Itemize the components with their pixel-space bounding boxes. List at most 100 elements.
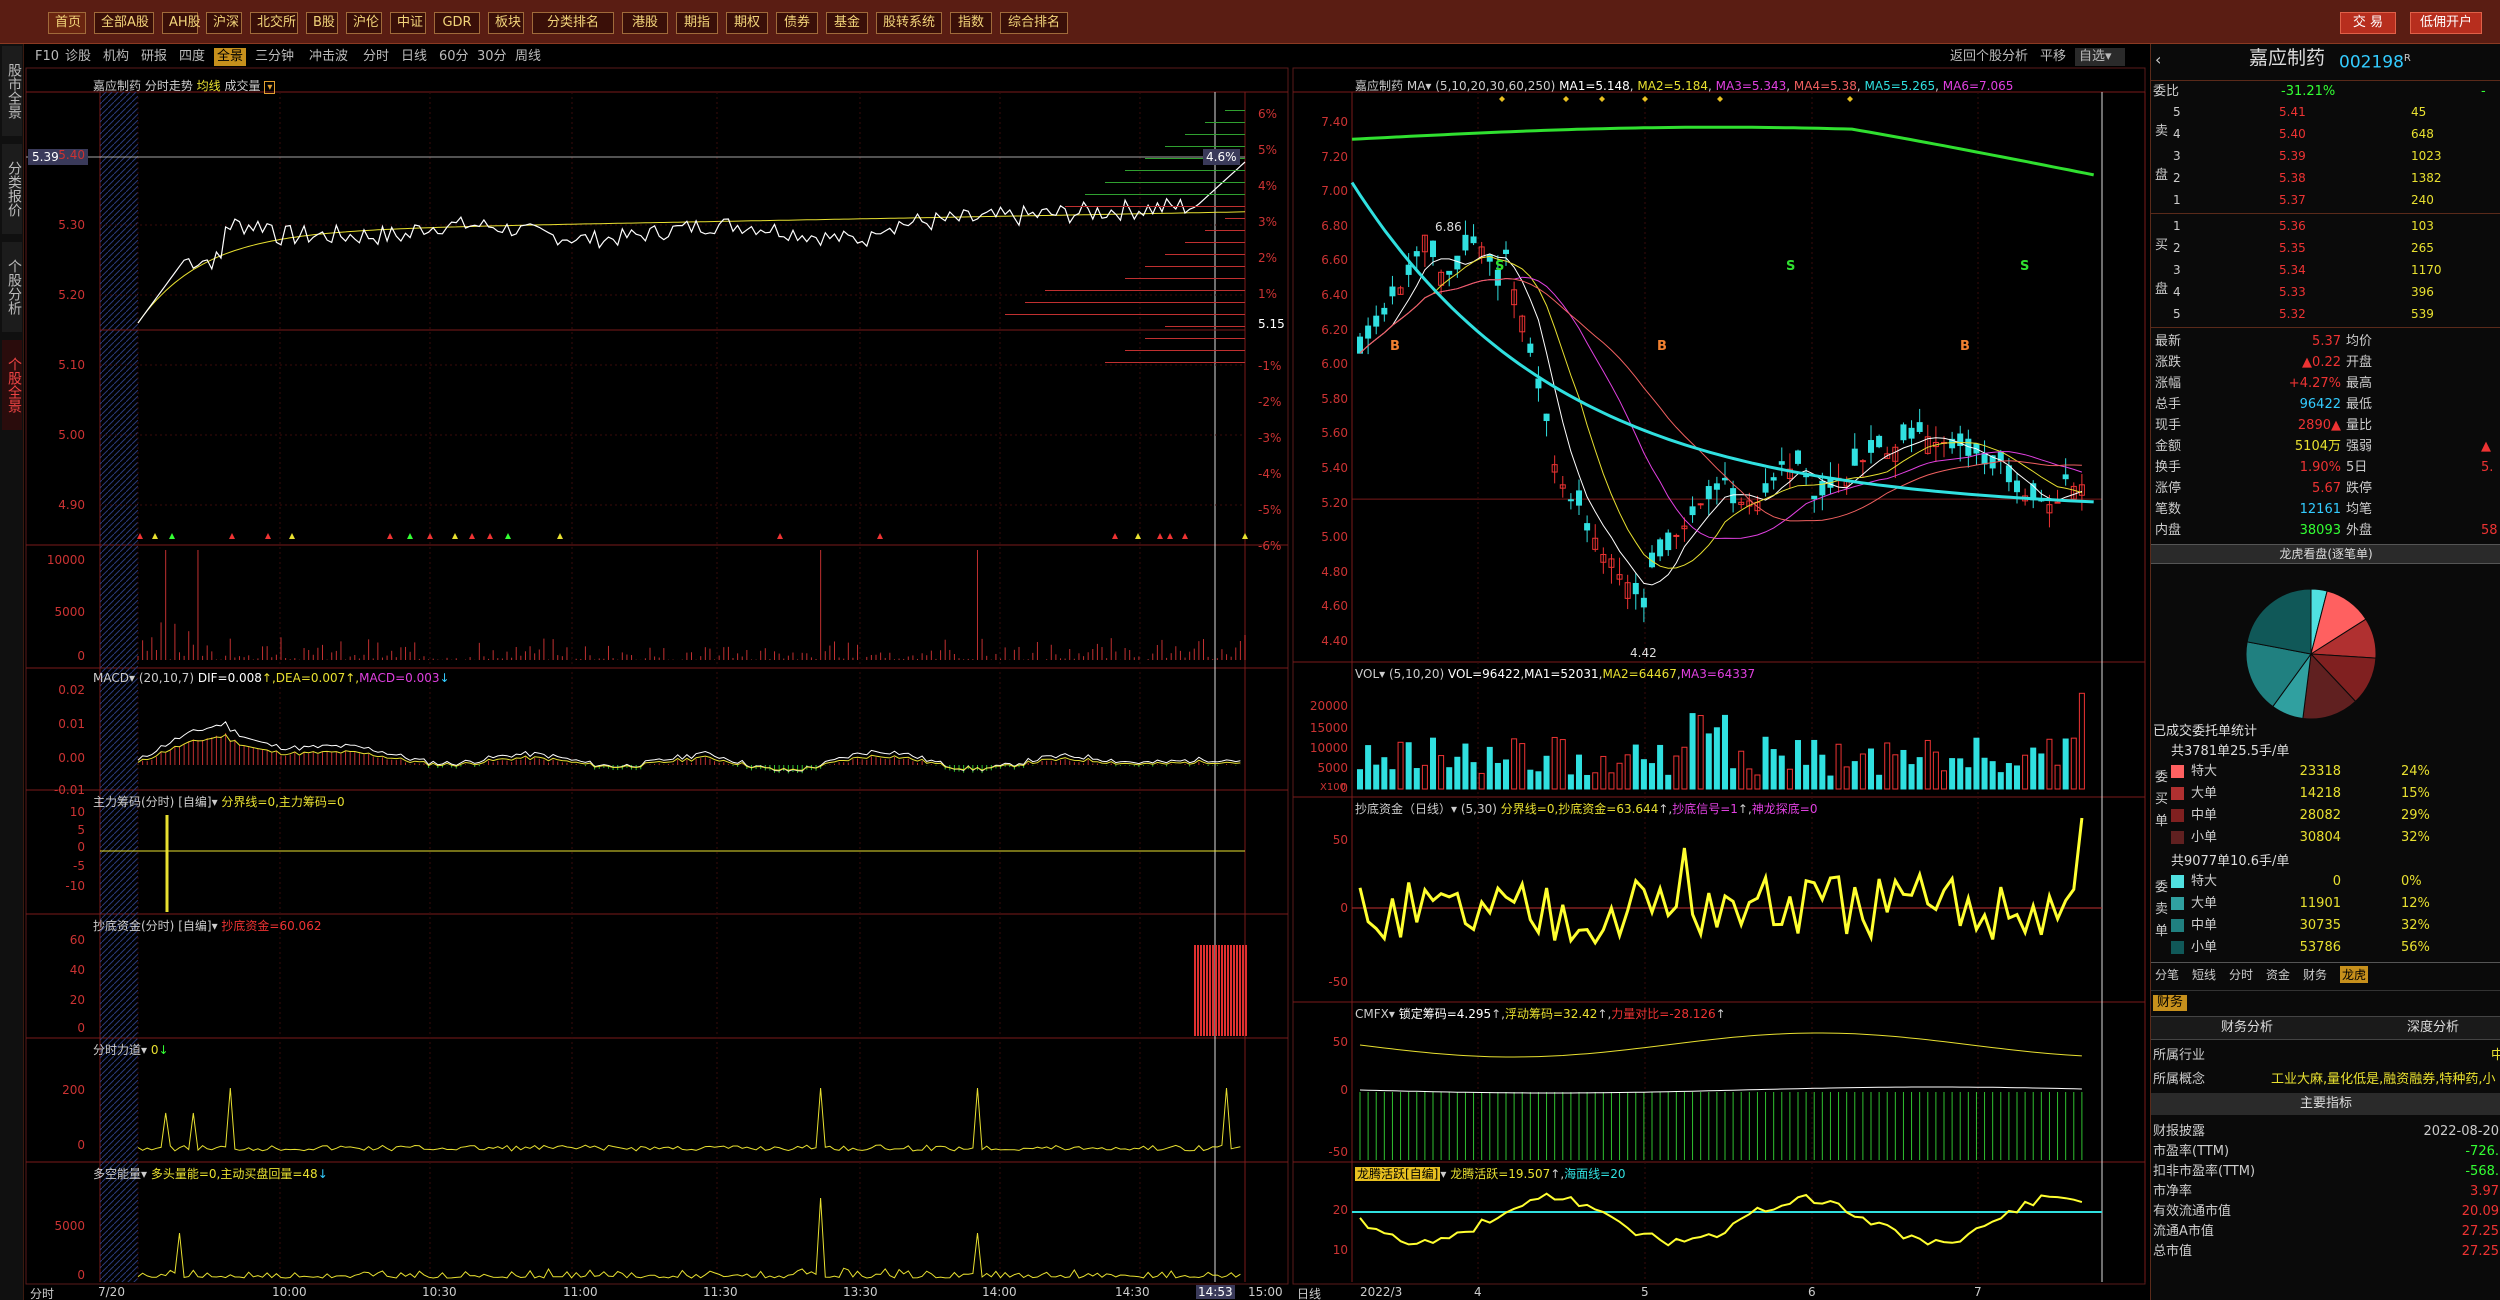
price-line	[137, 161, 1246, 324]
panel-tab[interactable]: 分笔	[2155, 966, 2179, 983]
orderbook-sell-row[interactable]: 3 5.39 1023	[2151, 146, 2500, 168]
orderbook-sell-row[interactable]: 1 5.37 240	[2151, 190, 2500, 212]
kvol-bar	[1762, 736, 1769, 790]
kvol-bar	[1989, 761, 1996, 790]
stock-info-panel: ‹ 嘉应制药 002198R 委比 -31.21% - 5 5.41 45 4 5.40…	[2150, 44, 2500, 1300]
sub-axis-label: 0.02	[58, 683, 85, 697]
quote-key2: 开盘	[2346, 355, 2373, 370]
avg-price-line	[137, 211, 1246, 324]
macd-dea-line	[137, 733, 1241, 771]
stats-pct: 32%	[2401, 830, 2430, 845]
panel-tab[interactable]: 龙虎	[2340, 966, 2369, 983]
ma250-line	[1351, 125, 2094, 177]
quote-value2: 58	[2481, 523, 2498, 538]
orderbook-sell-row[interactable]: 2 5.38 1382	[2151, 168, 2500, 190]
kvol-params: (5,10,20)	[1388, 667, 1445, 681]
event-marker	[1499, 96, 1505, 102]
kline-candle	[1632, 582, 1639, 595]
kvol-ma3: MA3=64337	[1680, 667, 1756, 681]
stats-type: 特大	[2191, 764, 2218, 779]
cmfx-text2: 浮动筹码=32.42	[1505, 1007, 1598, 1021]
orderbook-sell-row[interactable]: 4 5.40 648	[2151, 124, 2500, 146]
cmfx-text: 锁定筹码=4.295	[1398, 1007, 1492, 1021]
kvol-bar	[2054, 764, 2061, 790]
kvol-bar	[2062, 738, 2069, 790]
order-volume: 1023	[2411, 149, 2442, 163]
deep-analysis-tab[interactable]: 深度分析	[2407, 1020, 2459, 1036]
kcd-title: 抄底资金（日线）▾ (5,30) 分界线=0,抄底资金=63.644↑,抄底信号…	[1355, 802, 1818, 816]
signal-marker	[427, 533, 433, 539]
kvol-bar	[1511, 738, 1518, 790]
orderbook-buy-row[interactable]: 5 5.32 539	[2151, 304, 2500, 326]
kline-candle	[2005, 465, 2012, 483]
finance-tab[interactable]: 财务	[2153, 995, 2188, 1011]
panel-tab[interactable]: 财务	[2303, 966, 2327, 983]
orderbook-buy-row[interactable]: 4 5.33 396	[2151, 282, 2500, 304]
orderbook-buy-row[interactable]: 2 5.35 265	[2151, 238, 2500, 260]
panel-tab[interactable]: 短线	[2192, 966, 2216, 983]
sub-axis-label: 0	[77, 649, 85, 663]
fin-analysis-tab[interactable]: 财务分析	[2221, 1020, 2273, 1036]
kline-candle	[1876, 435, 1883, 448]
quote-key2: 5日	[2346, 460, 2368, 475]
sub-axis-label: 10000	[46, 553, 85, 567]
signal-marker	[877, 533, 883, 539]
quote-key: 金额	[2155, 439, 2182, 454]
order-volume: 1382	[2411, 171, 2442, 185]
kline-candle	[1413, 251, 1420, 257]
signal-marker	[777, 533, 783, 539]
trade-button[interactable]: 交 易	[2340, 12, 2396, 34]
stats-volume: 11901	[2299, 896, 2341, 911]
kvol-bar	[1381, 757, 1388, 790]
panel-tab[interactable]: 分时	[2229, 966, 2253, 983]
zl-param: [自编]	[178, 795, 212, 809]
kvol-bar	[1705, 733, 1712, 790]
kvol-bar	[1503, 759, 1509, 790]
kline-candle	[1981, 453, 1988, 465]
orderbook-buy-row[interactable]: 1 5.36 103	[2151, 216, 2500, 238]
quote-value: +4.27%	[2288, 376, 2341, 391]
stats-color-swatch	[2171, 941, 2184, 954]
kvol-bar	[1859, 753, 1866, 790]
stats-color-swatch	[2171, 809, 2184, 822]
dropdown-icon[interactable]: ▾	[264, 81, 276, 94]
kline-time-label: 4	[1474, 1285, 1482, 1299]
time-axis-label: 14:00	[982, 1285, 1017, 1299]
stats-type: 特大	[2191, 874, 2218, 889]
order-level: 3	[2173, 263, 2181, 277]
back-arrow-icon[interactable]: ‹	[2155, 52, 2161, 68]
open-account-button[interactable]: 低佣开户	[2410, 12, 2482, 34]
kline-candle	[1535, 378, 1542, 389]
order-level: 5	[2173, 307, 2181, 321]
orderbook-sell-row[interactable]: 5 5.41 45	[2151, 102, 2500, 124]
weibi-label: 委比	[2153, 84, 2180, 99]
sub-axis-label: 200	[62, 1083, 85, 1097]
quote-key: 换手	[2155, 460, 2182, 475]
kvol-bar	[1754, 774, 1761, 790]
kvol-bar	[1738, 750, 1745, 790]
depth-bar	[1065, 206, 1245, 207]
depth-bar	[1185, 242, 1245, 243]
kline-candle	[1373, 315, 1380, 327]
pct-axis-label: 3%	[1258, 214, 1278, 229]
kvol-bar	[1365, 745, 1372, 790]
kvol-bar	[1584, 774, 1591, 790]
kline-time-label[interactable]: 日线	[1297, 1285, 1321, 1300]
kcd-text: 分界线=0,抄底资金=63.644	[1500, 802, 1659, 816]
kline-low-label: 4.42	[1630, 646, 1657, 660]
kvol-bar	[1527, 769, 1534, 790]
lt-name: 龙腾活跃[自编]	[1355, 1167, 1441, 1181]
kline-sub-axis-label: 0	[1340, 901, 1348, 915]
time-axis-label[interactable]: 分时	[30, 1285, 54, 1300]
metric-value: -726.	[2465, 1144, 2499, 1159]
stats-volume: 23318	[2299, 764, 2341, 779]
kvol-name: VOL	[1355, 667, 1380, 681]
kvol-bar	[1876, 774, 1883, 790]
stats-pct: 29%	[2401, 808, 2430, 823]
kvol-title: VOL▾ (5,10,20) VOL=96422,MA1=52031,MA2=6…	[1355, 667, 1756, 681]
order-price: 5.40	[2279, 127, 2306, 141]
sub-axis-label: 0	[77, 1021, 85, 1035]
sub-axis-label: 20	[69, 993, 85, 1007]
orderbook-buy-row[interactable]: 3 5.34 1170	[2151, 260, 2500, 282]
panel-tab[interactable]: 资金	[2266, 966, 2290, 983]
